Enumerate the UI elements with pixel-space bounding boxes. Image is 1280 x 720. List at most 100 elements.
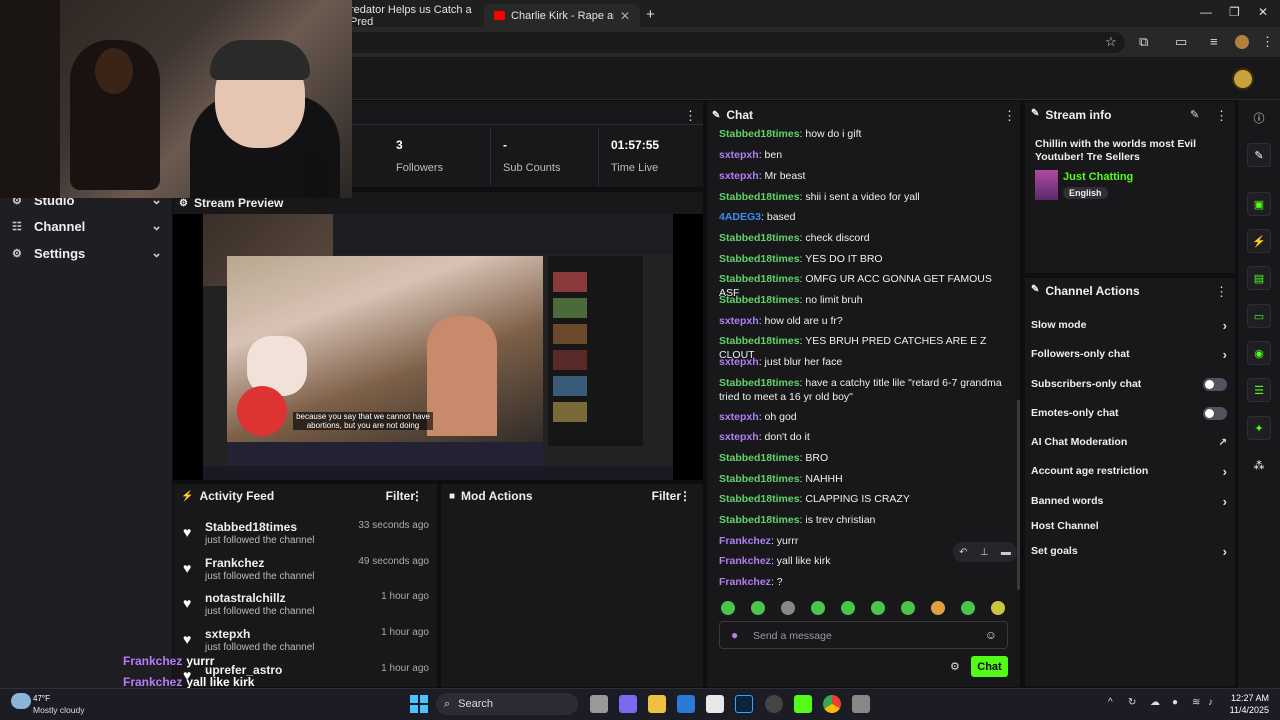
- emote-icon[interactable]: [931, 601, 945, 615]
- taskbar-date[interactable]: 11/4/2025: [1229, 705, 1269, 715]
- emoji-icon[interactable]: ☺: [985, 628, 997, 642]
- channel-action-item[interactable]: Subscribers-only chat: [1031, 375, 1227, 393]
- browser-menu-icon[interactable]: ⋮: [1261, 34, 1274, 50]
- cast-icon[interactable]: ▭: [1175, 34, 1187, 50]
- chat-username[interactable]: Frankchez: [719, 555, 771, 567]
- emote-icon[interactable]: [721, 601, 735, 615]
- task-view-icon[interactable]: [590, 695, 608, 713]
- chat-rail-icon[interactable]: ▭: [1247, 304, 1271, 328]
- category-link[interactable]: Just Chatting: [1063, 171, 1133, 183]
- mic-tray-icon[interactable]: ●: [1172, 697, 1178, 708]
- chat-username[interactable]: sxtepxh: [719, 356, 759, 368]
- chat-username[interactable]: Frankchez: [719, 535, 771, 547]
- volume-icon[interactable]: ♪: [1208, 697, 1213, 708]
- focus-icon[interactable]: ▣: [1247, 192, 1271, 216]
- chat-username[interactable]: Stabbed18times: [719, 294, 800, 306]
- close-tab-icon[interactable]: ✕: [620, 9, 630, 23]
- edit-icon[interactable]: ✎: [1190, 108, 1199, 121]
- tool-icon[interactable]: ✦: [1247, 416, 1271, 440]
- taskbar-time[interactable]: 12:27 AM: [1229, 693, 1269, 703]
- browser-tab-active[interactable]: Charlie Kirk - Rape and Abortic ✕: [484, 4, 640, 27]
- emote-icon[interactable]: [901, 601, 915, 615]
- maximize-icon[interactable]: ❐: [1229, 5, 1240, 19]
- stats-menu-icon[interactable]: ⋮: [684, 108, 697, 124]
- stream-info-menu-icon[interactable]: ⋮: [1215, 108, 1228, 124]
- cloud-icon[interactable]: ☁: [1150, 697, 1160, 708]
- info-icon[interactable]: ⓘ: [1247, 106, 1271, 130]
- chat-username[interactable]: Stabbed18times: [719, 514, 800, 526]
- emote-icon[interactable]: [991, 601, 1005, 615]
- chat-username[interactable]: Stabbed18times: [719, 473, 800, 485]
- store-icon[interactable]: [706, 695, 724, 713]
- chat-username[interactable]: Stabbed18times: [719, 191, 800, 203]
- chat-input[interactable]: ● Send a message ☺: [719, 621, 1008, 649]
- send-chat-button[interactable]: Chat: [971, 656, 1008, 677]
- lightning-icon[interactable]: ⚡: [1247, 229, 1271, 253]
- bookmark-star-icon[interactable]: ☆: [1105, 34, 1117, 50]
- channel-action-item[interactable]: Banned words ›: [1031, 492, 1227, 510]
- copilot-icon[interactable]: [619, 695, 637, 713]
- emote-icon[interactable]: [811, 601, 825, 615]
- file-explorer-icon[interactable]: [648, 695, 666, 713]
- channel-action-item[interactable]: Slow mode ›: [1031, 316, 1227, 334]
- settings-app-icon[interactable]: [852, 695, 870, 713]
- extensions-icon[interactable]: ⧉: [1139, 34, 1148, 50]
- chat-username[interactable]: sxtepxh: [719, 149, 759, 161]
- taskbar-search[interactable]: ⌕ Search: [436, 693, 578, 715]
- chat-username[interactable]: sxtepxh: [719, 411, 759, 423]
- chat-username[interactable]: Stabbed18times: [719, 335, 800, 347]
- weather-icon[interactable]: [11, 693, 31, 709]
- channel-actions-menu-icon[interactable]: ⋮: [1215, 284, 1228, 300]
- chat-username[interactable]: Stabbed18times: [719, 452, 800, 464]
- channel-action-item[interactable]: Followers-only chat ›: [1031, 345, 1227, 363]
- chat-username[interactable]: sxtepxh: [719, 431, 759, 443]
- new-tab-icon[interactable]: +: [646, 6, 655, 23]
- toggle-switch[interactable]: [1203, 406, 1227, 420]
- filter-button[interactable]: Filter: [652, 489, 681, 503]
- media-icon[interactable]: ≡: [1210, 34, 1218, 49]
- kick-icon[interactable]: [794, 695, 812, 713]
- sync-icon[interactable]: ↻: [1128, 697, 1136, 708]
- emote-icon[interactable]: [871, 601, 885, 615]
- obs-icon[interactable]: [765, 695, 783, 713]
- trash-icon[interactable]: ▬: [1001, 547, 1011, 558]
- microphone-icon[interactable]: ●: [731, 628, 738, 642]
- emote-icon[interactable]: [751, 601, 765, 615]
- channel-action-item[interactable]: Account age restriction ›: [1031, 462, 1227, 480]
- close-window-icon[interactable]: ✕: [1258, 5, 1268, 19]
- panel-menu-icon[interactable]: ⋮: [411, 489, 423, 503]
- channel-action-item[interactable]: Emotes-only chat: [1031, 404, 1227, 422]
- profile-avatar[interactable]: [1235, 35, 1249, 49]
- edit-rail-icon[interactable]: ✎: [1247, 143, 1271, 167]
- channel-action-item[interactable]: Host Channel: [1031, 517, 1227, 535]
- browser-tab[interactable]: redator Helps us Catch a Pred: [340, 4, 484, 28]
- nav-item-settings[interactable]: ⚙ Settings ⌄: [12, 242, 162, 264]
- pin-icon[interactable]: ⊥: [980, 547, 989, 558]
- panel-menu-icon[interactable]: ⋮: [679, 489, 691, 503]
- mail-icon[interactable]: [677, 695, 695, 713]
- chat-username[interactable]: Stabbed18times: [719, 232, 800, 244]
- chat-menu-icon[interactable]: ⋮: [1003, 108, 1016, 124]
- chat-username[interactable]: Stabbed18times: [719, 273, 800, 285]
- chat-username[interactable]: Stabbed18times: [719, 253, 800, 265]
- chat-username[interactable]: Frankchez: [719, 576, 771, 588]
- windows-start-icon[interactable]: [410, 695, 428, 713]
- undo-icon[interactable]: ↶: [959, 547, 967, 558]
- minimize-icon[interactable]: —: [1200, 5, 1212, 19]
- chat-username[interactable]: Stabbed18times: [719, 493, 800, 505]
- document-icon[interactable]: ▤: [1247, 266, 1271, 290]
- tray-overflow-icon[interactable]: ^: [1108, 697, 1113, 708]
- extensions-rail-icon[interactable]: ⁂: [1247, 453, 1271, 477]
- broadcast-icon[interactable]: ◉: [1247, 341, 1271, 365]
- nav-item-channel[interactable]: ☷ Channel ⌄: [12, 215, 162, 237]
- chat-username[interactable]: sxtepxh: [719, 170, 759, 182]
- chrome-icon[interactable]: [823, 695, 841, 713]
- chat-username[interactable]: sxtepxh: [719, 315, 759, 327]
- chat-username[interactable]: Stabbed18times: [719, 128, 800, 140]
- chat-scrollbar[interactable]: [1017, 400, 1020, 590]
- user-avatar[interactable]: [1232, 68, 1254, 90]
- chat-username[interactable]: 4ADEG3: [719, 211, 761, 223]
- wifi-icon[interactable]: ≋: [1192, 697, 1200, 708]
- stream-preview-video[interactable]: because you say that we cannot have abor…: [203, 214, 673, 480]
- toggle-switch[interactable]: [1203, 377, 1227, 391]
